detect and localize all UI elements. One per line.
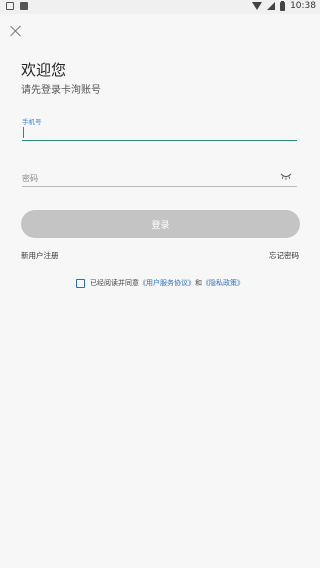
status-bar: 10:38 — [0, 0, 320, 14]
status-right: 10:38 — [252, 0, 316, 11]
image-icon — [6, 2, 14, 10]
status-time: 10:38 — [290, 1, 316, 11]
page-title: 欢迎您 — [21, 61, 67, 79]
battery-icon — [280, 0, 286, 11]
agreement-checkbox[interactable] — [76, 278, 85, 288]
page-subtitle: 请先登录卡洵账号 — [21, 85, 101, 96]
eye-closed-icon[interactable] — [280, 173, 292, 180]
password-input[interactable] — [22, 170, 297, 187]
privacy-policy-link[interactable]: 《隐私政策》 — [202, 278, 244, 288]
agreement-row: 已经阅读并同意 《用户服务协议》 和 《隐私政策》 — [76, 278, 244, 288]
signal-icon — [267, 2, 276, 10]
phone-input[interactable] — [22, 125, 297, 141]
wifi-icon — [252, 2, 263, 10]
agreement-and: 和 — [195, 279, 202, 287]
text-cursor — [23, 127, 24, 138]
agreement-prefix: 已经阅读并同意 — [90, 279, 139, 287]
status-left — [6, 2, 28, 10]
user-agreement-link[interactable]: 《用户服务协议》 — [139, 278, 195, 288]
notification-icon — [20, 2, 28, 10]
register-link[interactable]: 新用户注册 — [21, 250, 59, 261]
forgot-password-link[interactable]: 忘记密码 — [269, 250, 299, 261]
login-button[interactable]: 登录 — [21, 210, 300, 238]
close-icon[interactable] — [9, 24, 23, 38]
